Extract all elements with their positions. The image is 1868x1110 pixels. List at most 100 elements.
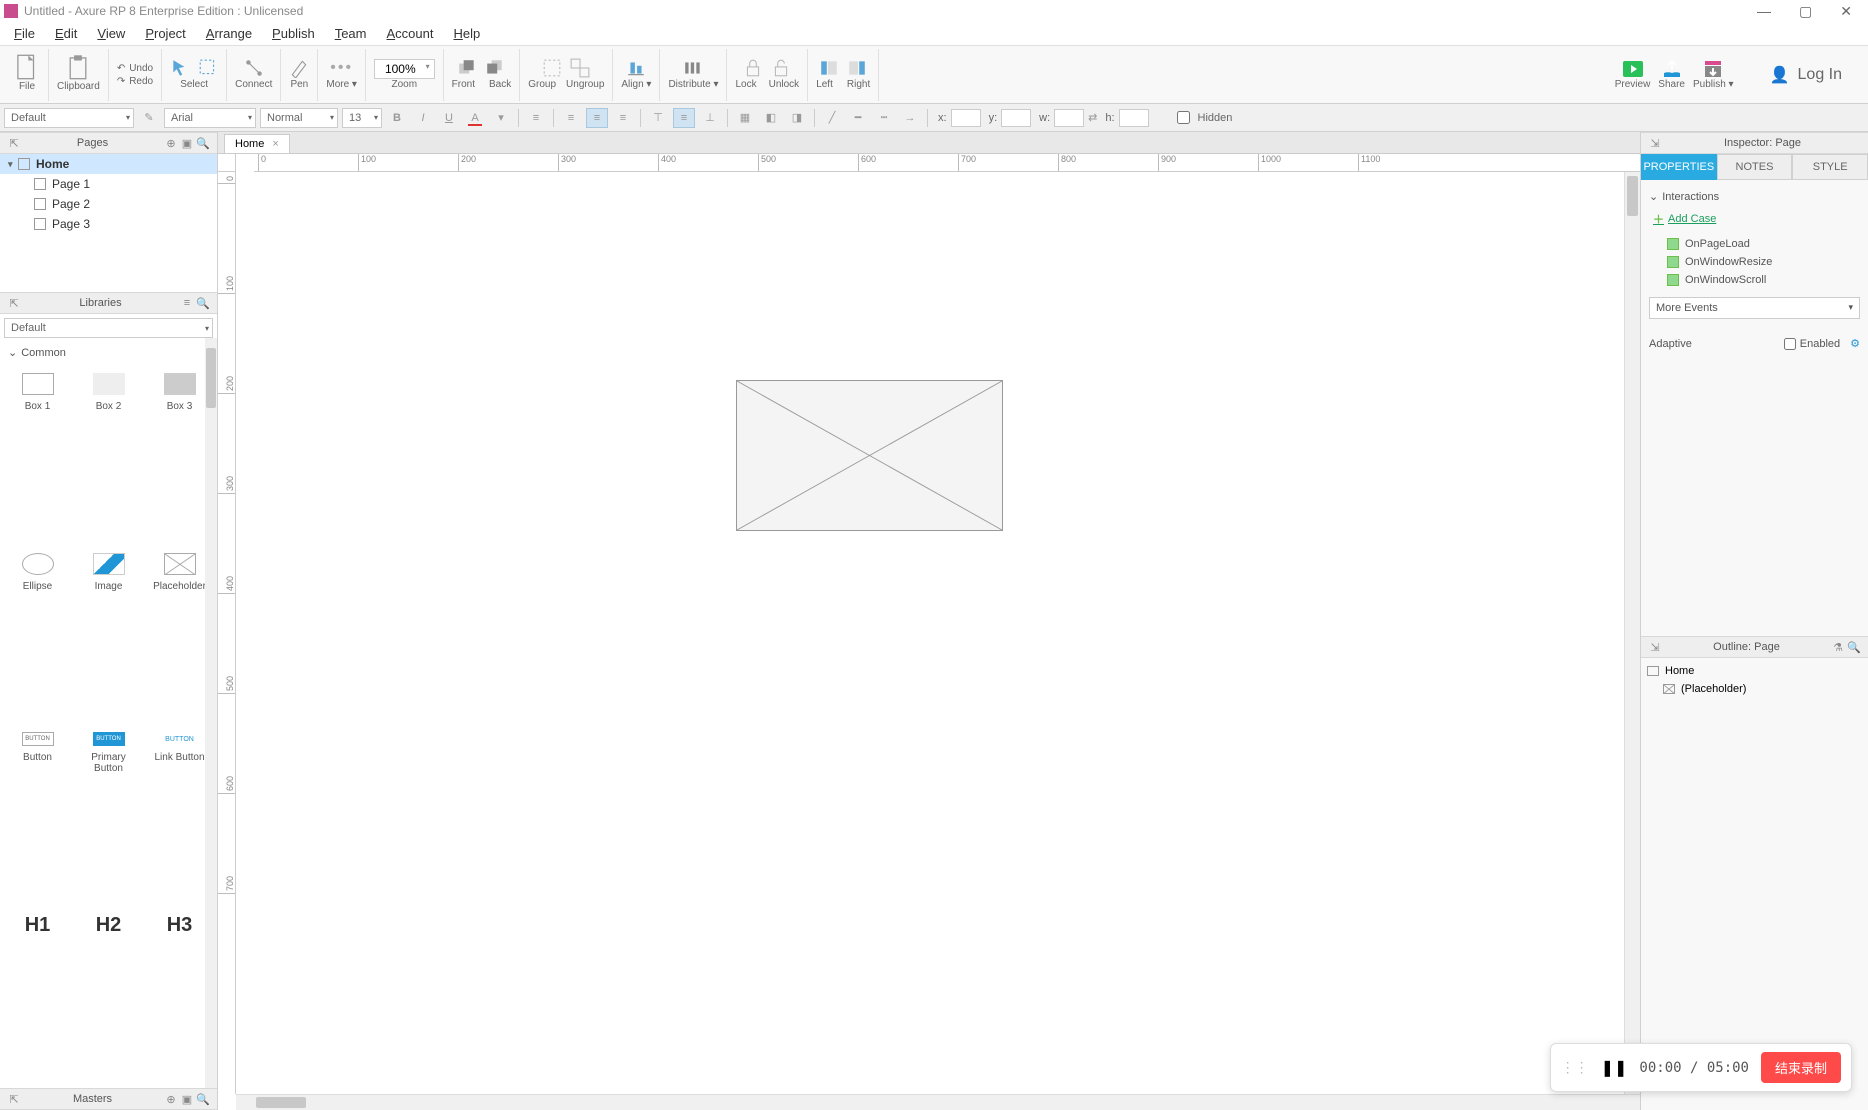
library-select[interactable]: Default xyxy=(4,318,213,338)
widget-box1[interactable]: Box 1 xyxy=(4,367,71,543)
clipboard-icon[interactable] xyxy=(65,57,91,79)
panel-right-icon[interactable] xyxy=(847,59,867,77)
collapse-icon[interactable]: ⇱ xyxy=(6,297,22,310)
close-button[interactable]: ✕ xyxy=(1840,3,1852,20)
canvas[interactable] xyxy=(236,172,1624,1094)
menu-edit[interactable]: Edit xyxy=(45,24,87,43)
event-onpageload[interactable]: OnPageLoad xyxy=(1649,235,1860,253)
inner-shadow-button[interactable]: ◨ xyxy=(786,108,808,128)
pause-button[interactable]: ❚❚ xyxy=(1601,1058,1628,1078)
pen-icon[interactable] xyxy=(289,59,309,77)
file-icon[interactable] xyxy=(14,57,40,79)
font-weight-select[interactable]: Normal xyxy=(260,108,338,128)
valign-middle-button[interactable]: ≡ xyxy=(673,108,695,128)
filter-outline-icon[interactable]: ⚗ xyxy=(1830,641,1846,654)
font-size-select[interactable]: 13 xyxy=(342,108,382,128)
bold-button[interactable]: B xyxy=(386,108,408,128)
menu-team[interactable]: Team xyxy=(325,24,377,43)
add-folder-icon[interactable]: ▣ xyxy=(179,137,195,150)
page-item-1[interactable]: Page 1 xyxy=(0,174,217,194)
menu-file[interactable]: File xyxy=(4,24,45,43)
w-input[interactable] xyxy=(1054,109,1084,127)
widget-button[interactable]: BUTTONButton xyxy=(4,726,71,905)
menu-help[interactable]: Help xyxy=(443,24,490,43)
panel-left-icon[interactable] xyxy=(819,59,839,77)
widget-link-button[interactable]: BUTTONLink Button xyxy=(146,726,213,905)
h-input[interactable] xyxy=(1119,109,1149,127)
outer-shadow-button[interactable]: ◧ xyxy=(760,108,782,128)
menu-arrange[interactable]: Arrange xyxy=(196,24,262,43)
add-master-folder-icon[interactable]: ▣ xyxy=(179,1093,195,1106)
inspector-tab-style[interactable]: STYLE xyxy=(1792,154,1868,180)
font-select[interactable]: Arial xyxy=(164,108,256,128)
widget-h3[interactable]: H3 xyxy=(146,909,213,1085)
adaptive-settings-icon[interactable]: ⚙ xyxy=(1850,337,1860,350)
more-label[interactable]: More ▾ xyxy=(326,79,357,90)
widget-box2[interactable]: Box 2 xyxy=(75,367,142,543)
event-onwindowscroll[interactable]: OnWindowScroll xyxy=(1649,271,1860,289)
lock-icon[interactable] xyxy=(743,59,763,77)
paint-format-icon[interactable]: ✎ xyxy=(138,108,160,128)
tab-home[interactable]: Home × xyxy=(224,134,290,153)
stop-recording-button[interactable]: 结束录制 xyxy=(1761,1052,1841,1083)
hidden-checkbox[interactable] xyxy=(1177,111,1190,124)
font-color-button[interactable]: A xyxy=(464,108,486,128)
caret-down-icon[interactable]: ▾ xyxy=(8,159,18,170)
lib-section-common[interactable]: ⌄Common xyxy=(0,342,217,363)
outline-home[interactable]: Home xyxy=(1647,662,1862,680)
collapse-icon[interactable]: ⇱ xyxy=(6,137,22,150)
widget-ellipse[interactable]: Ellipse xyxy=(4,547,71,723)
placeholder-widget[interactable] xyxy=(736,380,1003,531)
inspector-tab-properties[interactable]: PROPERTIES xyxy=(1641,154,1717,180)
style-preset-select[interactable]: Default xyxy=(4,108,134,128)
share-button[interactable]: Share xyxy=(1658,59,1685,90)
x-input[interactable] xyxy=(951,109,981,127)
interactions-section[interactable]: ⌄Interactions xyxy=(1649,186,1860,207)
valign-top-button[interactable]: ⊤ xyxy=(647,108,669,128)
menu-publish[interactable]: Publish xyxy=(262,24,325,43)
line-color-button[interactable]: ╱ xyxy=(821,108,843,128)
group-icon[interactable] xyxy=(542,59,562,77)
select-region-icon[interactable] xyxy=(198,59,218,77)
add-page-icon[interactable]: ⊕ xyxy=(163,137,179,150)
menu-account[interactable]: Account xyxy=(376,24,443,43)
unlock-icon[interactable] xyxy=(771,59,791,77)
collapse-icon[interactable]: ⇲ xyxy=(1647,641,1663,654)
ungroup-icon[interactable] xyxy=(570,59,590,77)
more-icon[interactable]: ••• xyxy=(332,59,352,77)
widget-h1[interactable]: H1 xyxy=(4,909,71,1085)
line-style-button[interactable]: ┅ xyxy=(873,108,895,128)
align-icon[interactable] xyxy=(626,59,646,77)
add-master-icon[interactable]: ⊕ xyxy=(163,1093,179,1106)
front-icon[interactable] xyxy=(457,59,477,77)
align-right-button[interactable]: ≡ xyxy=(612,108,634,128)
search-masters-icon[interactable]: 🔍 xyxy=(195,1093,211,1106)
screen-recorder-bar[interactable]: ⋮⋮ ❚❚ 00:00 / 05:00 结束录制 xyxy=(1550,1043,1852,1092)
lib-menu-icon[interactable]: ≡ xyxy=(179,297,195,309)
collapse-icon[interactable]: ⇱ xyxy=(6,1093,22,1106)
drag-handle-icon[interactable]: ⋮⋮ xyxy=(1561,1059,1589,1076)
search-pages-icon[interactable]: 🔍 xyxy=(195,137,211,150)
bullets-button[interactable]: ≡ xyxy=(525,108,547,128)
collapse-icon[interactable]: ⇲ xyxy=(1647,137,1663,150)
menu-view[interactable]: View xyxy=(87,24,135,43)
redo-button[interactable]: ↷Redo xyxy=(117,76,153,87)
underline-button[interactable]: U xyxy=(438,108,460,128)
widget-primary-button[interactable]: BUTTONPrimary Button xyxy=(75,726,142,905)
search-lib-icon[interactable]: 🔍 xyxy=(195,297,211,310)
undo-button[interactable]: ↶Undo xyxy=(117,63,153,74)
connect-icon[interactable] xyxy=(244,59,264,77)
fill-color-button[interactable]: ▦ xyxy=(734,108,756,128)
page-item-home[interactable]: ▾ Home xyxy=(0,154,217,174)
distribute-label[interactable]: Distribute ▾ xyxy=(668,79,718,90)
align-center-button[interactable]: ≡ xyxy=(586,108,608,128)
zoom-select[interactable]: 100% xyxy=(374,59,435,79)
more-events-select[interactable]: More Events xyxy=(1649,297,1860,319)
valign-bottom-button[interactable]: ⊥ xyxy=(699,108,721,128)
adaptive-enabled-checkbox[interactable] xyxy=(1784,338,1796,350)
menu-project[interactable]: Project xyxy=(135,24,195,43)
maximize-button[interactable]: ▢ xyxy=(1799,3,1812,20)
lock-aspect-icon[interactable]: ⇄ xyxy=(1088,111,1097,124)
minimize-button[interactable]: — xyxy=(1757,3,1771,20)
login-link[interactable]: Log In xyxy=(1798,66,1842,84)
